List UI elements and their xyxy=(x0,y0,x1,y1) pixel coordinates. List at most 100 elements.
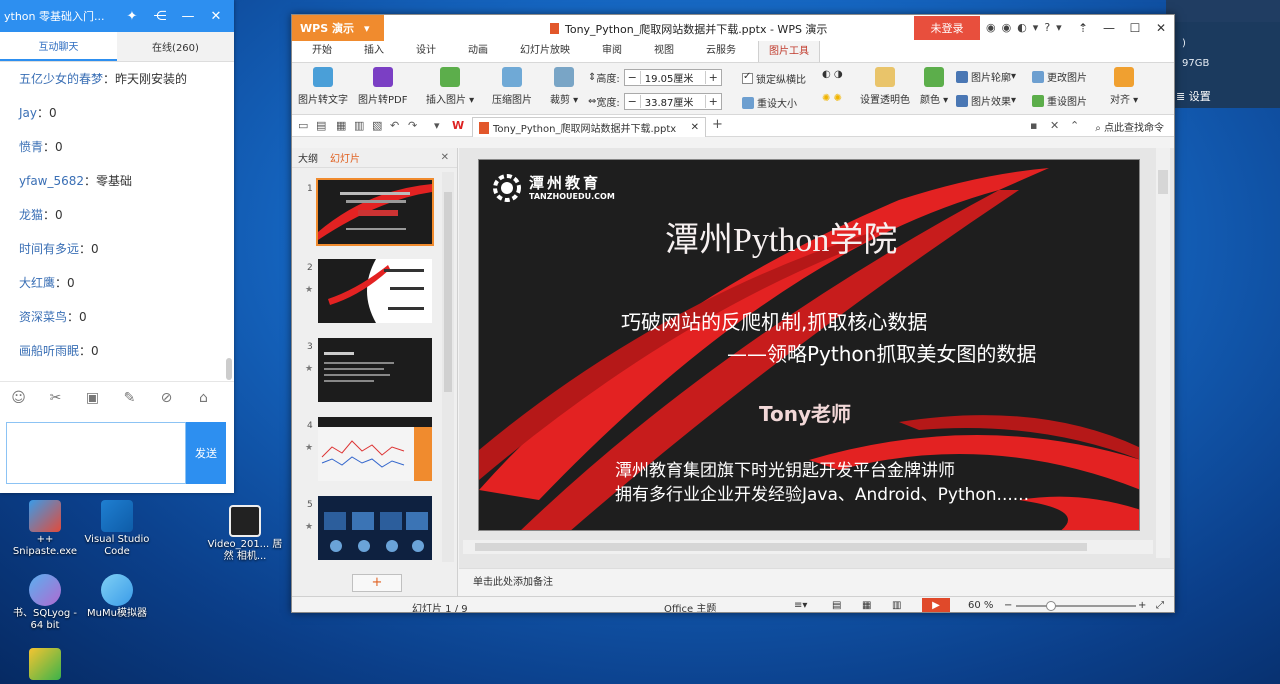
menu-design[interactable]: 设计 xyxy=(406,40,446,62)
panel-scrollbar[interactable] xyxy=(442,172,454,562)
fit-window-icon[interactable]: ⤢ xyxy=(1156,600,1164,611)
restore-icon[interactable]: ⇡ xyxy=(1070,15,1096,41)
to-pdf-button[interactable]: 图片转PDF xyxy=(358,67,407,106)
export-icon[interactable]: ▦ xyxy=(336,119,346,132)
slide-thumbnail-2[interactable]: 2 ★ xyxy=(292,259,442,327)
message-user[interactable]: 画船听雨眠 xyxy=(19,344,79,358)
wps-logo-icon[interactable]: W xyxy=(452,119,464,132)
menu-review[interactable]: 审阅 xyxy=(592,40,632,62)
notes-area[interactable]: 单击此处添加备注 xyxy=(459,568,1174,596)
reset-picture-button[interactable]: 重设图片 xyxy=(1032,93,1087,108)
height-value[interactable]: 19.05厘米 xyxy=(641,70,705,85)
collapse-icon[interactable]: ⌃ xyxy=(1070,119,1079,132)
login-button[interactable]: 未登录 xyxy=(914,16,980,40)
close-icon[interactable]: ✕ xyxy=(202,9,230,24)
width-decrease[interactable]: − xyxy=(625,95,641,108)
find-command[interactable]: ⌕ 点此查找命令 xyxy=(1095,119,1164,134)
minimize-icon[interactable]: — xyxy=(174,9,202,24)
height-spinner[interactable]: −19.05厘米 + xyxy=(623,69,722,86)
compress-button[interactable]: 压缩图片 xyxy=(492,67,532,106)
change-picture-button[interactable]: 更改图片 xyxy=(1032,69,1087,84)
desktop-icon-mumu[interactable]: MuMu模拟器 xyxy=(78,574,156,620)
menu-slideshow[interactable]: 幻灯片放映 xyxy=(510,40,580,62)
document-tab[interactable]: Tony_Python_爬取网站数据并下载.pptx ✕ xyxy=(472,117,706,137)
sorter-view-icon[interactable]: ▦ xyxy=(862,600,871,611)
width-value[interactable]: 33.87厘米 xyxy=(641,94,705,109)
picture-effect-button[interactable]: 图片效果 ▾ xyxy=(956,93,1016,108)
slide-thumbnail-3[interactable]: 3 ★ xyxy=(292,338,442,406)
share-icon[interactable]: ⋲ xyxy=(146,9,174,24)
chat-scroll-thumb[interactable] xyxy=(226,358,232,380)
canvas-hscroll-thumb[interactable] xyxy=(475,543,1087,551)
open-icon[interactable]: ▭ xyxy=(298,119,308,132)
menu-home[interactable]: 开始 xyxy=(302,40,342,62)
slide-thumbnail-4[interactable]: 4 ★ xyxy=(292,417,442,485)
close-tab-icon[interactable]: ✕ xyxy=(691,122,699,133)
slide-thumbnail-5[interactable]: 5 ★ xyxy=(292,496,442,564)
tab-interactive-chat[interactable]: 互动聊天 xyxy=(0,32,117,61)
bg-window-settings[interactable]: ≣ 设置 xyxy=(1176,88,1211,104)
canvas-vertical-scrollbar[interactable] xyxy=(1156,148,1170,558)
lock-ratio-checkbox[interactable]: 锁定纵横比 xyxy=(742,71,806,86)
height-decrease[interactable]: − xyxy=(625,71,641,84)
message-user[interactable]: Jay xyxy=(19,106,37,120)
trash-icon[interactable]: ⌂ xyxy=(185,390,222,406)
brightness-icon[interactable]: ◐ ◑ xyxy=(822,69,843,80)
picture-outline-button[interactable]: 图片轮廓 ▾ xyxy=(956,69,1016,84)
message-user[interactable]: 大红鹰 xyxy=(19,276,55,290)
undo-icon[interactable]: ↶ xyxy=(390,119,399,132)
tab-online[interactable]: 在线(260) xyxy=(117,32,234,61)
notes-icon[interactable]: ≡▾ xyxy=(794,600,807,611)
zoom-slider-knob[interactable] xyxy=(1046,601,1056,611)
add-slide-button[interactable]: + xyxy=(352,574,402,592)
pin-icon[interactable]: ✦ xyxy=(118,9,146,24)
emoji-icon[interactable]: ☺ xyxy=(0,390,37,406)
contrast-icon[interactable]: ✺ ✺ xyxy=(822,93,842,104)
zoom-in-icon[interactable]: + xyxy=(1138,600,1146,611)
message-user[interactable]: 五亿少女的春梦 xyxy=(19,72,103,86)
menu-picture-tools[interactable]: 图片工具 xyxy=(758,40,820,62)
slide-canvas[interactable]: 潭州教育 TANZHOUEDU.COM 潭州Python学院 巧破网站的反爬机制… xyxy=(478,159,1140,531)
reset-size-button[interactable]: 重设大小 xyxy=(742,95,797,110)
height-increase[interactable]: + xyxy=(704,71,721,84)
checkbox-checked[interactable] xyxy=(742,71,753,84)
panel-scroll-thumb[interactable] xyxy=(444,192,452,392)
block-icon[interactable]: ⊘ xyxy=(148,390,185,406)
save-icon[interactable]: ▤ xyxy=(316,119,326,132)
reading-view-icon[interactable]: ▥ xyxy=(892,600,901,611)
image-icon[interactable]: ▣ xyxy=(74,390,111,406)
desktop-icon-sqlyog[interactable]: 书、SQLyog - 64 bit xyxy=(6,574,84,632)
close-icon[interactable]: ✕ xyxy=(1148,15,1174,41)
edit-icon[interactable]: ✎ xyxy=(111,390,148,406)
color-button[interactable]: 颜色 ▾ xyxy=(920,67,948,106)
close-panel-icon[interactable]: ✕ xyxy=(441,152,449,163)
wps-app-menu-button[interactable]: WPS 演示 ▾ xyxy=(292,15,384,41)
align-button[interactable]: 对齐 ▾ xyxy=(1110,67,1138,106)
screen-icon[interactable]: ▪ xyxy=(1030,119,1037,132)
tools-icon[interactable]: ✕ xyxy=(1050,119,1059,132)
crop-button[interactable]: 裁剪 ▾ xyxy=(550,67,578,106)
canvas-horizontal-scrollbar[interactable] xyxy=(463,540,1153,554)
minimize-icon[interactable]: — xyxy=(1096,15,1122,41)
tab-outline[interactable]: 大纲 xyxy=(298,150,318,165)
menu-cloud[interactable]: 云服务 xyxy=(696,40,746,62)
canvas-vscroll-thumb[interactable] xyxy=(1158,170,1168,194)
play-slideshow-button[interactable]: ▶ xyxy=(922,598,950,612)
menu-insert[interactable]: 插入 xyxy=(354,40,394,62)
preview-icon[interactable]: ▧ xyxy=(372,119,382,132)
tab-slides[interactable]: 幻灯片 xyxy=(330,150,360,165)
desktop-icon-snipaste[interactable]: ++ Snipaste.exe xyxy=(6,500,84,558)
menu-animation[interactable]: 动画 xyxy=(458,40,498,62)
desktop-icon-video[interactable]: Video_201... 居然 相机... xyxy=(206,505,284,563)
print-icon[interactable]: ▥ xyxy=(354,119,364,132)
set-transparent-button[interactable]: 设置透明色 xyxy=(860,67,910,106)
width-increase[interactable]: + xyxy=(704,95,721,108)
message-user[interactable]: 资深菜鸟 xyxy=(19,310,67,324)
scissors-icon[interactable]: ✂ xyxy=(37,390,74,406)
chat-input[interactable] xyxy=(6,422,186,484)
message-user[interactable]: 时间有多远 xyxy=(19,242,79,256)
desktop-icon-vscode[interactable]: Visual Studio Code xyxy=(78,500,156,558)
zoom-slider[interactable] xyxy=(1016,601,1136,611)
width-spinner[interactable]: −33.87厘米 + xyxy=(623,93,722,110)
normal-view-icon[interactable]: ▤ xyxy=(832,600,841,611)
